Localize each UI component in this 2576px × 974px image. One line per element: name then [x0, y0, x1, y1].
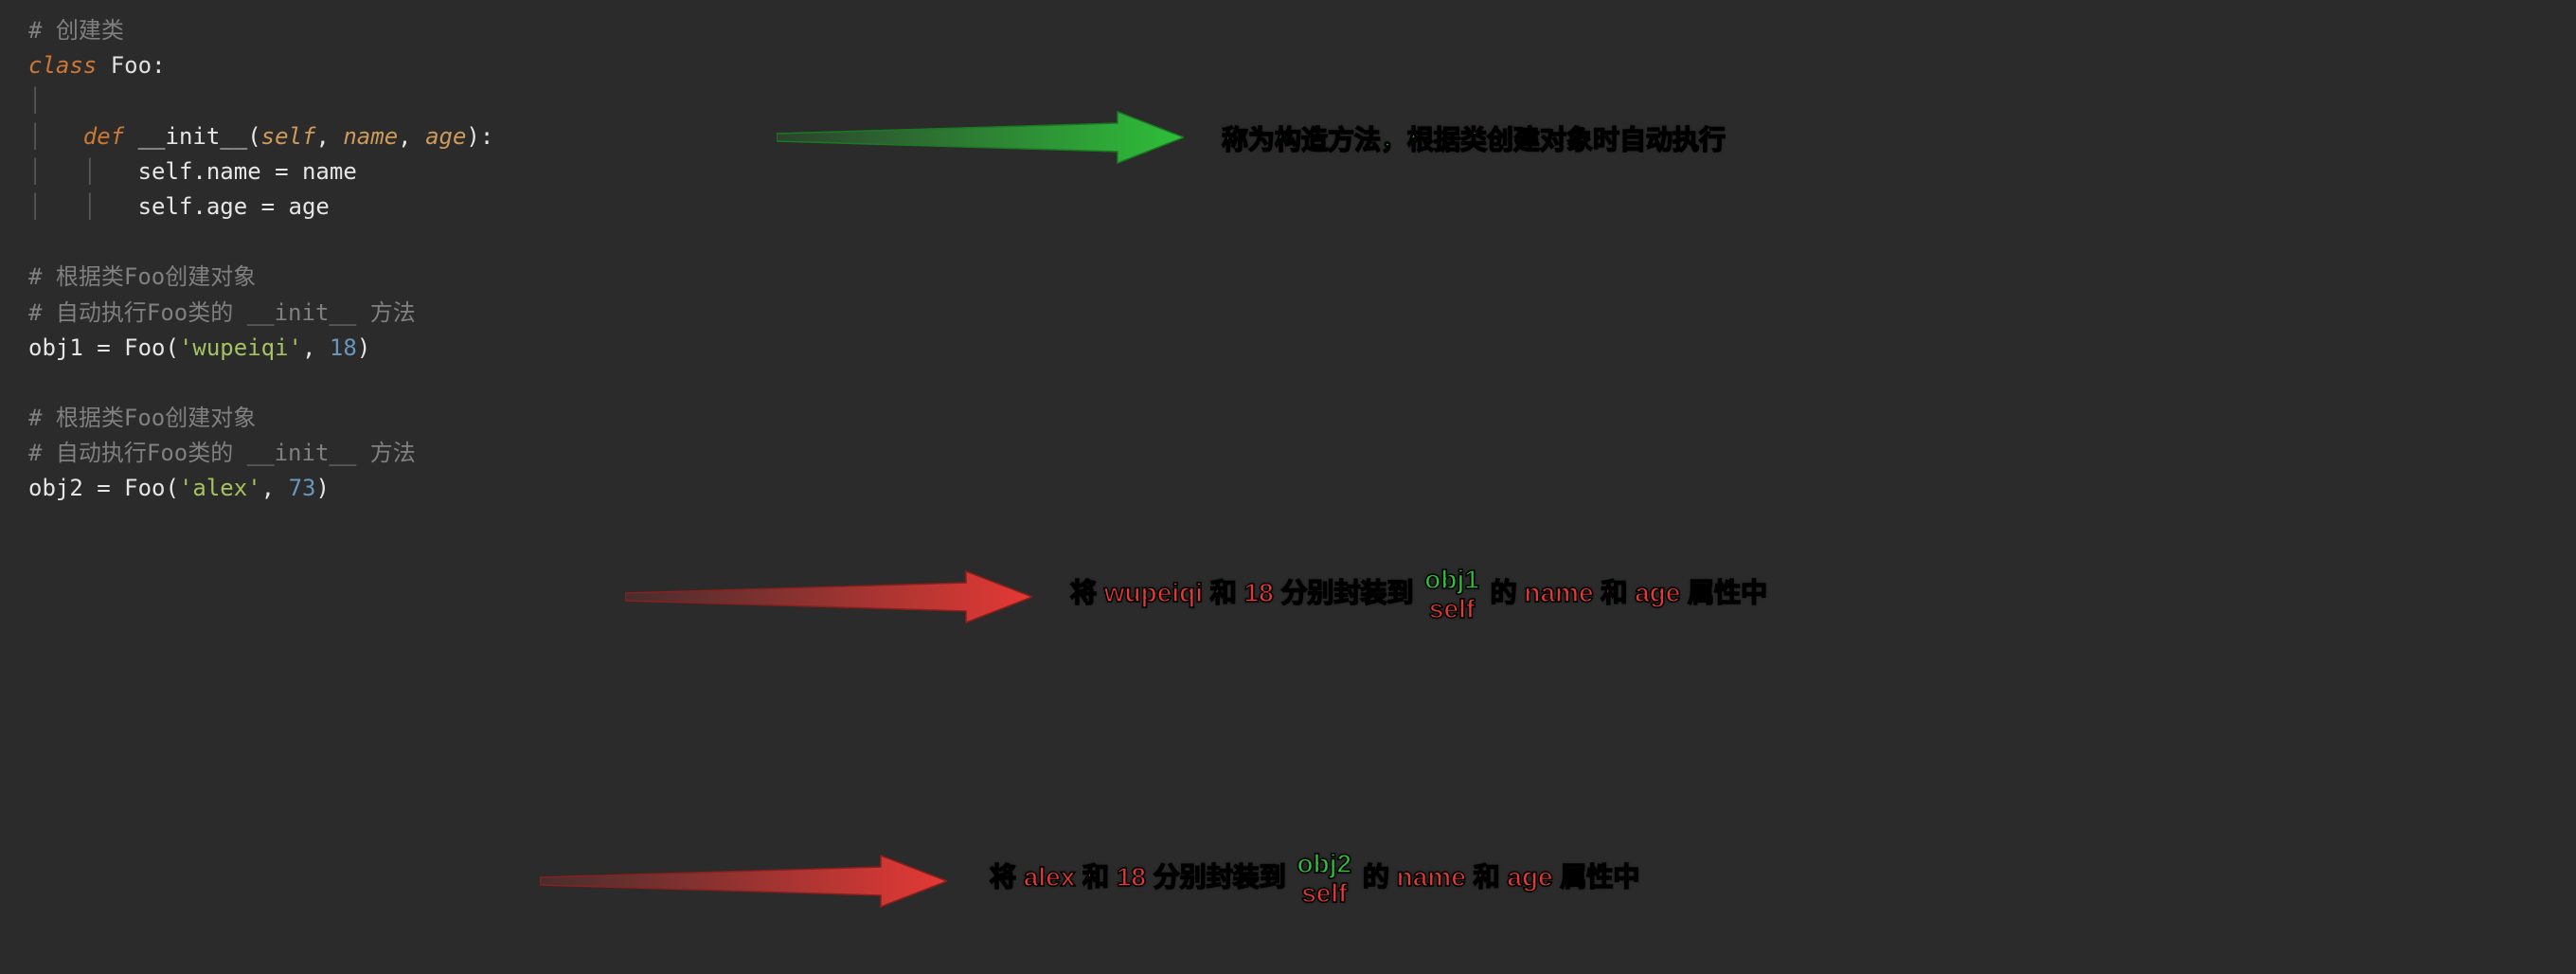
colon: : — [152, 52, 165, 79]
annotation-obj1-post: 的 name 和 age 属性中 — [1491, 578, 1768, 607]
fn-init: __init__ — [138, 123, 248, 150]
line-selfage: self.age = age — [138, 193, 330, 220]
comma: , — [398, 123, 425, 150]
comment-auto-init-mid: __init__ — [247, 299, 357, 326]
indent-guide: │ │ — [28, 193, 138, 220]
annotation-obj1-top: obj1 — [1424, 566, 1479, 595]
kw-class: class — [28, 52, 97, 79]
annotation-obj1: 将 wupeiqi 和 18 分别封装到 obj1 self 的 name 和 … — [1070, 566, 1767, 624]
classname-foo: Foo — [111, 52, 152, 79]
annotation-obj1-pre: 将 wupeiqi 和 18 分别封装到 — [1070, 578, 1413, 607]
comment-create-class: # 创建类 — [28, 17, 124, 44]
obj1-lhs: obj1 = Foo( — [28, 334, 179, 361]
obj2-rparen: ) — [315, 475, 329, 501]
annotation-obj2-top: obj2 — [1297, 850, 1352, 879]
obj1-rparen: ) — [357, 334, 370, 361]
rparen: ): — [466, 123, 493, 150]
obj2-lhs: obj2 = Foo( — [28, 475, 179, 501]
annotation-obj1-bot: self — [1429, 595, 1475, 624]
lparen: ( — [247, 123, 260, 150]
param-age: age — [425, 123, 466, 150]
comment-create-obj: # 根据类Foo创建对象 — [28, 263, 256, 290]
arrow-red-2 — [540, 848, 947, 914]
annotation-obj2-post: 的 name 和 age 属性中 — [1363, 862, 1640, 892]
comment-auto-init-post: 方法 — [356, 299, 415, 326]
comment-auto-init2-pre: # 自动执行Foo类的 — [28, 440, 247, 466]
comma: , — [315, 123, 343, 150]
line-selfname: self.name = name — [138, 158, 357, 185]
annotation-constructor-text: 称为构造方法，根据类创建对象时自动执行 — [1222, 125, 1726, 154]
annotation-obj2: 将 alex 和 18 分别封装到 obj2 self 的 name 和 age… — [990, 850, 1639, 909]
obj2-comma: , — [261, 475, 289, 501]
arrow-red-1 — [625, 564, 1032, 630]
comment-auto-init2-post: 方法 — [356, 440, 415, 466]
obj1-string: 'wupeiqi' — [179, 334, 302, 361]
obj1-comma: , — [302, 334, 330, 361]
obj2-number: 73 — [289, 475, 316, 501]
code-block: # 创建类 class Foo: │ │ def __init__(self, … — [0, 0, 2576, 520]
param-name: name — [343, 123, 398, 150]
indent-guide: │ — [28, 123, 83, 150]
param-self: self — [261, 123, 316, 150]
comment-auto-init2-mid: __init__ — [247, 440, 357, 466]
annotation-obj1-stack: obj1 self — [1424, 566, 1479, 624]
annotation-obj2-pre: 将 alex 和 18 分别封装到 — [990, 862, 1286, 892]
obj2-string: 'alex' — [179, 475, 261, 501]
comment-auto-init-pre: # 自动执行Foo类的 — [28, 299, 247, 326]
indent-guide: │ │ — [28, 158, 138, 185]
obj1-number: 18 — [330, 334, 357, 361]
kw-def: def — [83, 123, 124, 150]
annotation-constructor: 称为构造方法，根据类创建对象时自动执行 — [1222, 119, 1726, 157]
annotation-obj2-bot: self — [1301, 879, 1347, 909]
comment-create-obj2: # 根据类Foo创建对象 — [28, 405, 256, 431]
indent-guide: │ — [28, 87, 42, 114]
annotation-obj2-stack: obj2 self — [1297, 850, 1352, 909]
